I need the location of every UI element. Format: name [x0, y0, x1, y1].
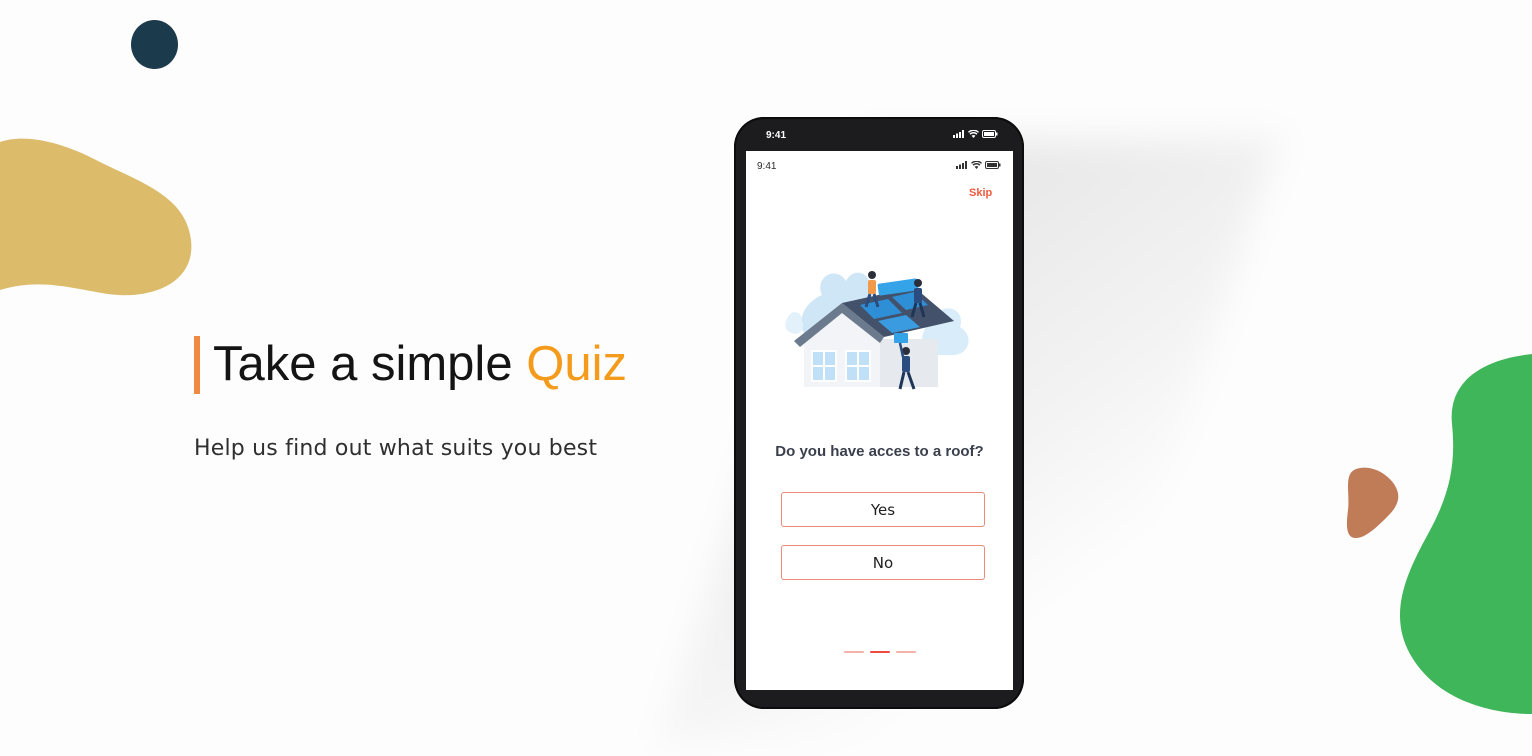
progress-indicator	[844, 651, 916, 653]
decorative-green-blob	[1399, 354, 1532, 714]
wifi-icon	[971, 161, 982, 169]
progress-dot-2	[870, 651, 890, 653]
decorative-navy-dot	[131, 20, 178, 69]
decorative-yellow-blob	[0, 138, 192, 296]
title-accent: Quiz	[526, 337, 627, 391]
signal-icon	[956, 161, 967, 169]
roof-workers-illustration	[785, 271, 969, 390]
page-title: Take a simple Quiz	[213, 334, 627, 394]
progress-dot-3	[896, 651, 916, 653]
answer-yes-button[interactable]: Yes	[781, 492, 985, 527]
signal-icon	[953, 130, 964, 138]
wifi-icon	[968, 130, 979, 138]
quiz-question: Do you have acces to a roof?	[775, 443, 984, 460]
decorative-brown-blob	[1346, 467, 1399, 538]
page-subtitle: Help us find out what suits you best	[194, 436, 598, 461]
answer-no-button[interactable]: No	[781, 545, 985, 580]
battery-icon	[982, 130, 998, 138]
title-main: Take a simple	[213, 337, 527, 391]
heading-accent-bar	[194, 336, 200, 394]
phone-status-bar: 9:41	[734, 117, 1024, 151]
skip-button[interactable]: Skip	[969, 187, 992, 199]
battery-icon	[985, 161, 1001, 169]
phone-screen: 9:41 Skip Do you have acces to a roof? Y…	[746, 151, 1013, 690]
screen-status-bar: 9:41	[746, 151, 1013, 177]
progress-dot-1	[844, 651, 864, 653]
screen-status-time: 9:41	[757, 161, 777, 172]
status-time: 9:41	[766, 130, 787, 141]
